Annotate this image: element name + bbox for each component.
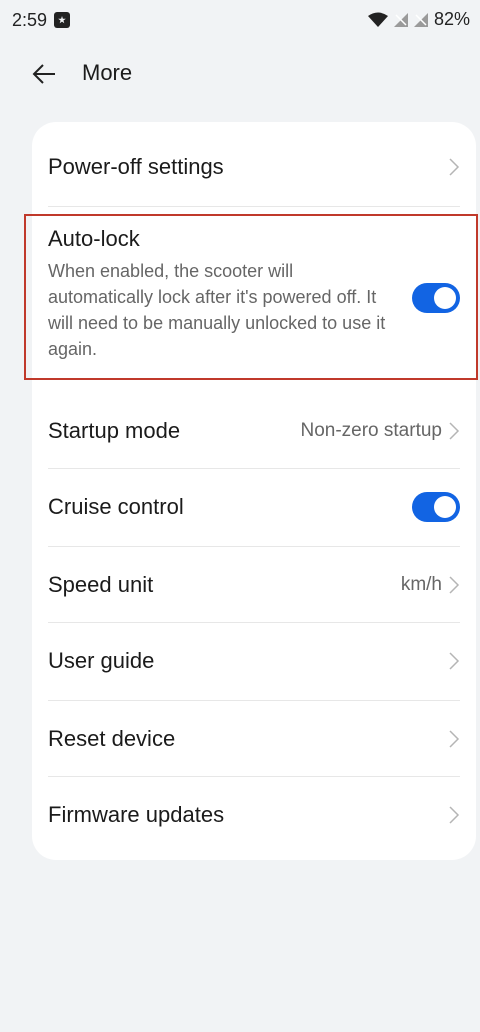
row-right (448, 729, 460, 749)
chevron-right-icon (449, 652, 460, 670)
chevron-right-icon (449, 730, 460, 748)
user-guide-label: User guide (48, 648, 155, 673)
divider (48, 546, 460, 547)
toggle-knob (434, 496, 456, 518)
startup-mode-label: Startup mode (48, 418, 181, 443)
cruise-control-row: Cruise control (48, 482, 460, 532)
page-title: More (82, 60, 133, 85)
header: More (0, 52, 480, 96)
status-icons: 82% (367, 9, 470, 30)
status-time: 2:59 (12, 10, 48, 30)
divider (48, 468, 460, 469)
divider (48, 622, 460, 623)
back-arrow-icon[interactable] (30, 60, 58, 88)
auto-lock-label: Auto-lock (48, 226, 140, 251)
signal-icon (393, 12, 408, 27)
user-guide-row[interactable]: User guide (48, 636, 460, 686)
speed-unit-label: Speed unit (48, 572, 154, 597)
status-bar: 2:59 82% (0, 0, 480, 40)
row-right (448, 651, 460, 671)
auto-lock-toggle[interactable] (412, 283, 460, 313)
divider (48, 776, 460, 777)
notification-icon (54, 12, 70, 28)
chevron-right-icon (449, 422, 460, 440)
row-right: Non-zero startup (300, 420, 460, 442)
cruise-control-label: Cruise control (48, 494, 184, 519)
row-right (448, 805, 460, 825)
power-off-settings-label: Power-off settings (48, 154, 224, 179)
reset-device-label: Reset device (48, 726, 176, 751)
row-right: km/h (401, 574, 460, 596)
cruise-control-toggle[interactable] (412, 492, 460, 522)
divider (48, 700, 460, 701)
chevron-right-icon (449, 158, 460, 176)
power-off-settings-row[interactable]: Power-off settings (48, 142, 460, 192)
startup-mode-row[interactable]: Startup mode Non-zero startup (48, 406, 460, 456)
signal-icon-2 (413, 12, 428, 27)
wifi-icon (367, 12, 388, 27)
chevron-right-icon (449, 576, 460, 594)
chevron-right-icon (449, 806, 460, 824)
row-right (448, 157, 460, 177)
divider (48, 206, 460, 207)
battery-level: 82% (433, 9, 470, 29)
auto-lock-description: When enabled, the scooter will automatic… (48, 261, 386, 359)
startup-mode-value: Non-zero startup (300, 420, 442, 441)
speed-unit-row[interactable]: Speed unit km/h (48, 560, 460, 610)
reset-device-row[interactable]: Reset device (48, 714, 460, 764)
toggle-knob (434, 287, 456, 309)
firmware-updates-row[interactable]: Firmware updates (48, 790, 460, 840)
speed-unit-value: km/h (400, 574, 442, 595)
firmware-updates-label: Firmware updates (48, 802, 225, 827)
